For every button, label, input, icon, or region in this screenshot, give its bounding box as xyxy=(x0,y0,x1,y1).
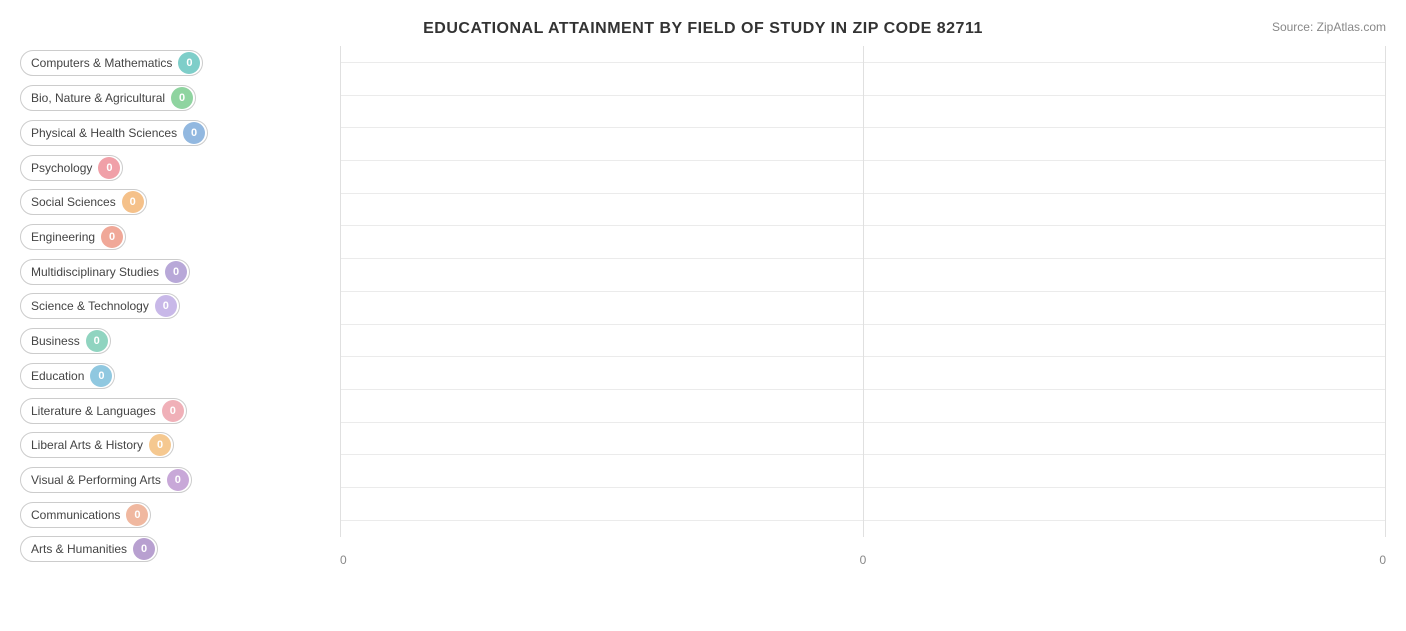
bar-value-badge: 0 xyxy=(178,52,200,74)
bar-value-badge: 0 xyxy=(98,157,120,179)
bar-label: Engineering xyxy=(31,230,95,244)
x-axis-labels: 0 0 0 xyxy=(340,553,1386,567)
grid-line-3 xyxy=(1385,46,1386,537)
bar-row: Literature & Languages 0 xyxy=(20,395,340,427)
bar-label-pill: Engineering 0 xyxy=(20,224,126,250)
grid-line-2 xyxy=(863,46,864,537)
bar-value-badge: 0 xyxy=(86,330,108,352)
chart-area: Computers & Mathematics0Bio, Nature & Ag… xyxy=(20,46,1386,567)
bar-label: Psychology xyxy=(31,161,92,175)
bar-row: Business 0 xyxy=(20,325,340,357)
bar-label: Physical & Health Sciences xyxy=(31,126,177,140)
bar-label: Science & Technology xyxy=(31,299,149,313)
bar-label-pill: Education 0 xyxy=(20,363,115,389)
bar-row: Communications 0 xyxy=(20,499,340,531)
bar-value-badge: 0 xyxy=(101,226,123,248)
bar-label-pill: Liberal Arts & History 0 xyxy=(20,432,174,458)
bar-label-pill: Literature & Languages 0 xyxy=(20,398,187,424)
grid-section: 0 0 0 xyxy=(340,46,1386,567)
bar-row: Multidisciplinary Studies 0 xyxy=(20,256,340,288)
bar-label: Liberal Arts & History xyxy=(31,438,143,452)
bar-label-pill: Physical & Health Sciences 0 xyxy=(20,120,208,146)
bar-value-badge: 0 xyxy=(133,538,155,560)
bar-row: Bio, Nature & Agricultural 0 xyxy=(20,82,340,114)
bar-label-pill: Business 0 xyxy=(20,328,111,354)
bar-label-pill: Multidisciplinary Studies 0 xyxy=(20,259,190,285)
x-axis-label: 0 xyxy=(860,553,867,567)
bar-label-pill: Communications 0 xyxy=(20,502,151,528)
chart-title: EDUCATIONAL ATTAINMENT BY FIELD OF STUDY… xyxy=(20,20,1386,38)
bar-value-badge: 0 xyxy=(149,434,171,456)
bar-row: Computers & Mathematics 0 xyxy=(20,47,340,79)
bar-label: Bio, Nature & Agricultural xyxy=(31,91,165,105)
bar-row: Physical & Health Sciences 0 xyxy=(20,117,340,149)
bar-row: Liberal Arts & History 0 xyxy=(20,429,340,461)
bar-row: Engineering 0 xyxy=(20,221,340,253)
bar-label: Communications xyxy=(31,508,120,522)
bar-label-pill: Visual & Performing Arts 0 xyxy=(20,467,192,493)
bar-value-badge: 0 xyxy=(171,87,193,109)
bar-value-badge: 0 xyxy=(165,261,187,283)
bar-label: Computers & Mathematics xyxy=(31,56,172,70)
bar-row: Arts & Humanities 0 xyxy=(20,533,340,565)
x-axis-label: 0 xyxy=(340,553,347,567)
chart-container: EDUCATIONAL ATTAINMENT BY FIELD OF STUDY… xyxy=(0,0,1406,631)
grid-lines xyxy=(340,46,1386,537)
bar-label-pill: Arts & Humanities 0 xyxy=(20,536,158,562)
grid-line-1 xyxy=(340,46,341,537)
bar-label: Education xyxy=(31,369,84,383)
bar-value-badge: 0 xyxy=(90,365,112,387)
x-axis-label: 0 xyxy=(1379,553,1386,567)
bar-value-badge: 0 xyxy=(162,400,184,422)
bars-section: Computers & Mathematics0Bio, Nature & Ag… xyxy=(20,46,340,567)
source-label: Source: ZipAtlas.com xyxy=(1272,20,1386,34)
bar-label-pill: Bio, Nature & Agricultural 0 xyxy=(20,85,196,111)
bar-value-badge: 0 xyxy=(167,469,189,491)
bar-row: Social Sciences 0 xyxy=(20,186,340,218)
bar-label: Literature & Languages xyxy=(31,404,156,418)
bar-row: Visual & Performing Arts 0 xyxy=(20,464,340,496)
bar-row: Science & Technology 0 xyxy=(20,290,340,322)
bar-row: Psychology 0 xyxy=(20,152,340,184)
bar-label-pill: Social Sciences 0 xyxy=(20,189,147,215)
bar-label-pill: Science & Technology 0 xyxy=(20,293,180,319)
bar-label-pill: Psychology 0 xyxy=(20,155,123,181)
bar-label-pill: Computers & Mathematics 0 xyxy=(20,50,203,76)
bar-label: Visual & Performing Arts xyxy=(31,473,161,487)
bar-label: Arts & Humanities xyxy=(31,542,127,556)
bar-label: Social Sciences xyxy=(31,195,116,209)
bar-label: Multidisciplinary Studies xyxy=(31,265,159,279)
bar-value-badge: 0 xyxy=(155,295,177,317)
bar-row: Education 0 xyxy=(20,360,340,392)
bar-value-badge: 0 xyxy=(122,191,144,213)
bar-label: Business xyxy=(31,334,80,348)
bar-value-badge: 0 xyxy=(183,122,205,144)
bar-value-badge: 0 xyxy=(126,504,148,526)
